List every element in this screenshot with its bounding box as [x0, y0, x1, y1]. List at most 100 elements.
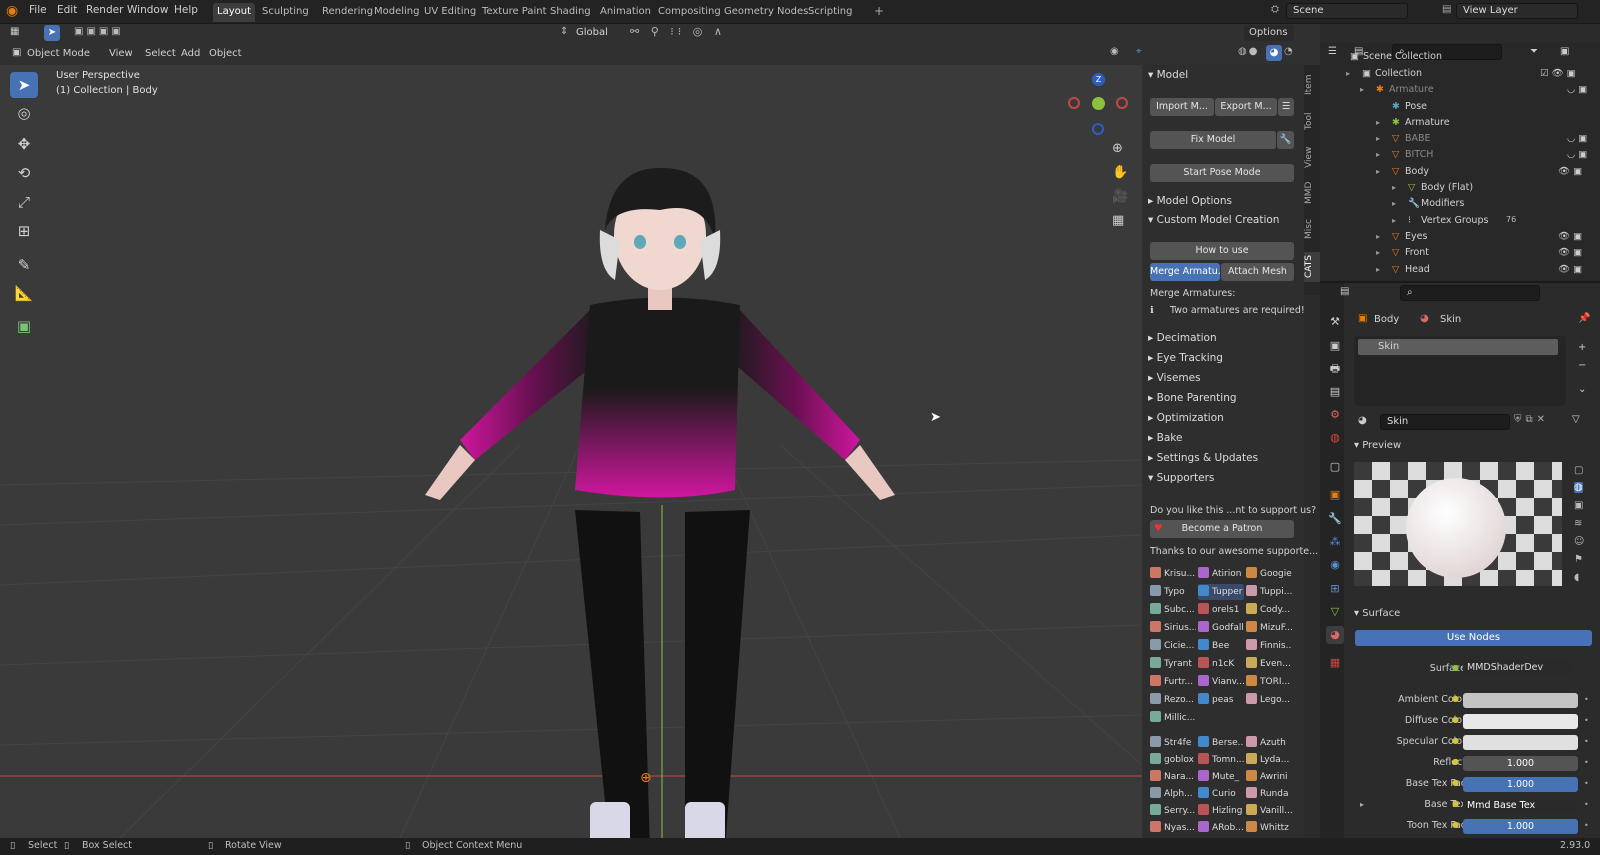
expand-arrow-icon[interactable]: ▸	[1376, 232, 1380, 241]
collection-props-icon[interactable]: ▢	[1326, 458, 1344, 476]
zoom-icon[interactable]: ⊕	[1112, 141, 1123, 156]
how-to-use-button[interactable]: How to use	[1150, 242, 1294, 260]
model-menu-icon[interactable]: ☰	[1278, 98, 1294, 116]
workspace-tab-geometry-nodes[interactable]: Geometry Nodes	[720, 3, 812, 22]
supporter-item[interactable]: Tyrant	[1150, 656, 1196, 672]
slot-specials-icon[interactable]: ⌄	[1578, 384, 1586, 395]
workspace-tab-animation[interactable]: Animation	[596, 3, 655, 22]
visibility-toggle-icon[interactable]: 👁 ▣	[1558, 247, 1582, 258]
supporter-item[interactable]: Berse...	[1198, 735, 1244, 751]
outliner-item-body-flat[interactable]: Body (Flat)	[1421, 182, 1473, 193]
supporter-item[interactable]: ARob...	[1198, 820, 1244, 836]
world-props-icon[interactable]: ◍	[1326, 429, 1344, 447]
surface-shader-field[interactable]: MMDShaderDev	[1463, 660, 1573, 675]
specular-color-field[interactable]	[1463, 735, 1578, 750]
menu-render[interactable]: Render	[86, 4, 123, 16]
select-menu[interactable]: Select	[140, 46, 181, 62]
view-menu[interactable]: View	[104, 46, 138, 62]
workspace-tab-uv-editing[interactable]: UV Editing	[420, 3, 480, 22]
base-tex-field[interactable]: Mmd Base Tex	[1463, 798, 1578, 813]
scene-props-icon[interactable]: ⚙	[1326, 406, 1344, 424]
supporter-item[interactable]: Typo	[1150, 584, 1196, 600]
model-section-header[interactable]: ▾ Model	[1148, 69, 1188, 81]
supporter-item[interactable]: orels1	[1198, 602, 1244, 618]
workspace-tab-modeling[interactable]: Modeling	[370, 3, 424, 22]
preview-monkey-icon[interactable]: ☺	[1574, 536, 1584, 547]
keyframe-dot-icon[interactable]: •	[1584, 695, 1589, 704]
supporter-item[interactable]: Vanill...	[1246, 803, 1292, 819]
annotate-tool-icon[interactable]: ✎	[10, 252, 38, 278]
orientation-dropdown[interactable]: Global	[576, 27, 608, 38]
gizmo-y-axis[interactable]	[1092, 97, 1105, 110]
supporter-item[interactable]: Furtr...	[1150, 674, 1196, 690]
workspace-tab-shading[interactable]: Shading	[546, 3, 595, 22]
filter-icon[interactable]: ⏷	[1530, 46, 1538, 57]
supporter-item[interactable]: Sirius...	[1150, 620, 1196, 636]
add-workspace-icon[interactable]: +	[874, 4, 884, 18]
tab-mmd[interactable]: MMD	[1304, 180, 1320, 206]
expand-arrow-icon[interactable]: ▸	[1360, 800, 1364, 809]
rotate-tool-icon[interactable]: ⟲	[10, 160, 38, 186]
supporter-item[interactable]: Godfall	[1198, 620, 1244, 636]
object-menu[interactable]: Object	[204, 46, 247, 62]
outliner-editor-icon[interactable]: ☰	[1328, 46, 1337, 57]
supporter-item[interactable]: Vianv...	[1198, 674, 1244, 690]
supporter-item[interactable]: Atirion	[1198, 566, 1244, 582]
workspace-tab-layout[interactable]: Layout	[213, 3, 255, 22]
outliner-item-bitch[interactable]: BITCH	[1405, 149, 1433, 160]
render-props-icon[interactable]: ▣	[1326, 337, 1344, 355]
visibility-toggle-icon[interactable]: 👁 ▣	[1558, 231, 1582, 242]
properties-search-input[interactable]: ⌕	[1400, 285, 1540, 301]
gizmo-toggle-icon[interactable]: ⌖	[1136, 46, 1142, 57]
supporter-item[interactable]: peas	[1198, 692, 1244, 708]
supporter-item[interactable]: Whittz	[1246, 820, 1292, 836]
keyframe-dot-icon[interactable]: •	[1584, 716, 1589, 725]
view-layer-props-icon[interactable]: ▤	[1326, 383, 1344, 401]
preview-section-header[interactable]: ▾ Preview	[1354, 440, 1401, 451]
options-dropdown[interactable]: Options	[1244, 25, 1294, 41]
outliner-item-babe[interactable]: BABE	[1405, 133, 1431, 144]
custom-model-header[interactable]: ▾ Custom Model Creation	[1148, 214, 1279, 226]
menu-edit[interactable]: Edit	[57, 4, 77, 16]
menu-help[interactable]: Help	[174, 4, 198, 16]
mode-dropdown[interactable]: Object Mode	[22, 46, 95, 62]
new-collection-icon[interactable]: ▣	[1560, 46, 1569, 57]
transform-tool-icon[interactable]: ⊞	[10, 218, 38, 244]
export-model-button[interactable]: Export M...	[1215, 98, 1277, 116]
supporter-item[interactable]: Nara...	[1150, 769, 1196, 785]
expand-arrow-icon[interactable]: ▸	[1360, 85, 1364, 94]
expand-arrow-icon[interactable]: ▸	[1376, 248, 1380, 257]
supporter-item[interactable]: n1cK	[1198, 656, 1244, 672]
visibility-toggle-icon[interactable]: ◡ ▣	[1567, 149, 1587, 160]
tab-item[interactable]: Item	[1304, 72, 1320, 98]
data-props-icon[interactable]: ▽	[1326, 603, 1344, 621]
expand-arrow-icon[interactable]: ▸	[1392, 183, 1396, 192]
particles-props-icon[interactable]: ⁂	[1326, 533, 1344, 551]
visibility-icon[interactable]: ◉	[1110, 46, 1119, 57]
supporter-item[interactable]: Runda	[1246, 786, 1292, 802]
editor-type-icon[interactable]: ▦	[10, 26, 19, 37]
tab-view[interactable]: View	[1304, 144, 1320, 170]
gizmo-neg-z-axis[interactable]	[1092, 123, 1104, 135]
gizmo-z-axis[interactable]: Z	[1092, 73, 1105, 86]
supporter-item[interactable]: Cicie...	[1150, 638, 1196, 654]
supporter-item[interactable]: Bee	[1198, 638, 1244, 654]
measure-tool-icon[interactable]: 📐	[10, 280, 38, 306]
expand-arrow-icon[interactable]: ▸	[1376, 150, 1380, 159]
section-settings-updates[interactable]: ▸ Settings & Updates	[1148, 452, 1258, 464]
ambient-color-field[interactable]	[1463, 693, 1578, 708]
supporter-item[interactable]: Mute_	[1198, 769, 1244, 785]
physics-props-icon[interactable]: ◉	[1326, 556, 1344, 574]
supporter-item[interactable]: Krisu...	[1150, 566, 1196, 582]
gizmo-x-axis[interactable]	[1116, 97, 1128, 109]
material-preview-icon[interactable]: ◕	[1266, 45, 1282, 61]
object-props-icon[interactable]: ▣	[1326, 486, 1344, 504]
diffuse-color-field[interactable]	[1463, 714, 1578, 729]
keyframe-dot-icon[interactable]: •	[1584, 821, 1589, 830]
supporter-item[interactable]: Even...	[1246, 656, 1292, 672]
workspace-tab-sculpting[interactable]: Sculpting	[258, 3, 313, 22]
material-browse-icon[interactable]: ◕	[1358, 415, 1367, 426]
supporter-item[interactable]: Lego...	[1246, 692, 1292, 708]
rendered-shading-icon[interactable]: ◔	[1284, 46, 1293, 57]
cursor-tool-icon[interactable]: ◎	[10, 100, 38, 126]
